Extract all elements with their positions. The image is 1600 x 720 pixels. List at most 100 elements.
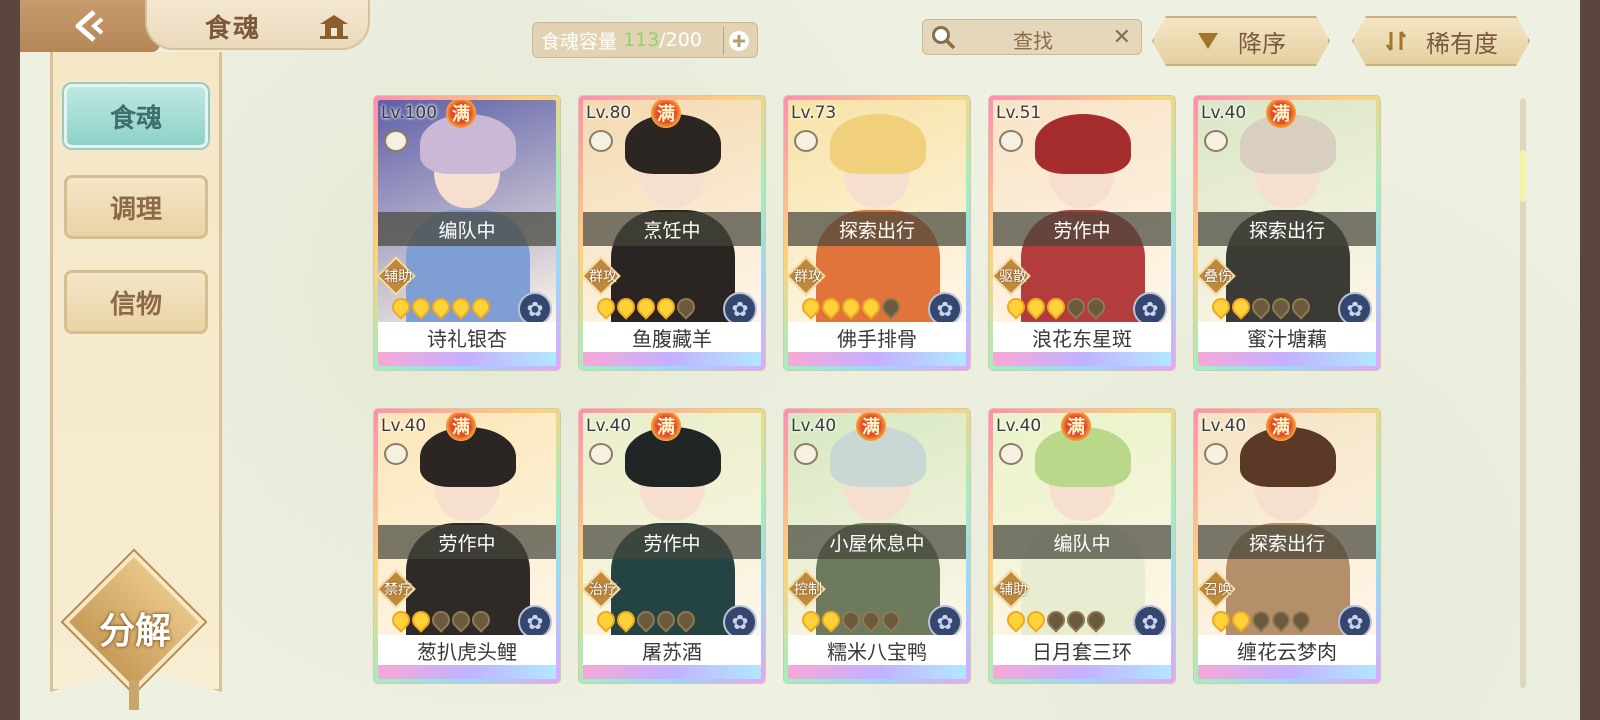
bowl-icon (999, 443, 1023, 465)
role-badge: 禁疗 (378, 569, 416, 609)
food-soul-card[interactable]: Lv.40 满小屋休息中 控制 ✿ 糯米八宝鸭 (784, 409, 970, 683)
flame-star-icon (1003, 607, 1029, 633)
search-icon (931, 25, 957, 55)
level-label: Lv.40 (1201, 103, 1247, 123)
role-label: 禁疗 (384, 582, 412, 598)
character-name: 缠花云梦肉 (1198, 635, 1376, 665)
card-rarity-strip (378, 352, 556, 366)
search-label: 查找 (1013, 29, 1053, 53)
role-label: 辅助 (999, 582, 1027, 598)
character-name: 浪花东星斑 (993, 322, 1171, 352)
card-inner: Lv.73 探索出行 群攻 ✿ 佛手排骨 (788, 100, 966, 366)
food-soul-card[interactable]: Lv.40 满劳作中 治疗 ✿ 屠苏酒 (579, 409, 765, 683)
food-soul-card[interactable]: Lv.73 探索出行 群攻 ✿ 佛手排骨 (784, 96, 970, 370)
food-soul-card[interactable]: Lv.40 满编队中 辅助 ✿ 日月套三环 (989, 409, 1175, 683)
flame-star-icon (1228, 607, 1254, 633)
flame-star-icon (388, 607, 414, 633)
flame-star-icon (653, 607, 679, 633)
flame-star-icon (408, 607, 434, 633)
flame-star-icon (1023, 607, 1049, 633)
role-badge: 控制 (788, 569, 826, 609)
level-label: Lv.73 (791, 103, 837, 123)
status-label: 劳作中 (583, 525, 761, 559)
bowl-icon (1204, 443, 1228, 465)
sidebar-item-tokens[interactable]: 信物 (64, 270, 208, 334)
element-icon: ✿ (723, 605, 757, 639)
max-level-badge: 满 (1266, 413, 1296, 441)
flame-star-icon (448, 294, 474, 320)
food-soul-card[interactable]: Lv.40 满探索出行 叠伤 ✿ 蜜汁塘藕 (1194, 96, 1380, 370)
flame-star-icon (1083, 294, 1109, 320)
card-inner: Lv.40 满小屋休息中 控制 ✿ 糯米八宝鸭 (788, 413, 966, 679)
flame-star-icon (1248, 294, 1274, 320)
rarity-stars (593, 294, 699, 320)
capacity-current: 113 (623, 29, 660, 51)
triangle-down-icon (1196, 31, 1220, 51)
flame-star-icon (1063, 294, 1089, 320)
flame-star-icon (673, 607, 699, 633)
flame-star-icon (1288, 294, 1314, 320)
card-rarity-strip (788, 352, 966, 366)
capacity-display: 食魂容量 113 /200 (532, 22, 758, 58)
food-soul-card[interactable]: Lv.40 满劳作中 禁疗 ✿ 葱扒虎头鲤 (374, 409, 560, 683)
character-name: 诗礼银杏 (378, 322, 556, 352)
sort-order-button[interactable]: 降序 (1152, 16, 1330, 66)
status-label: 小屋休息中 (788, 525, 966, 559)
flame-star-icon (818, 294, 844, 320)
food-soul-card[interactable]: Lv.40 满探索出行 召唤 ✿ 缠花云梦肉 (1194, 409, 1380, 683)
status-label: 编队中 (378, 212, 556, 246)
level-label: Lv.100 (381, 103, 438, 123)
card-rarity-strip (1198, 352, 1376, 366)
card-inner: Lv.40 满劳作中 治疗 ✿ 屠苏酒 (583, 413, 761, 679)
role-badge: 驱散 (993, 256, 1031, 296)
scrollbar-thumb[interactable] (1520, 150, 1526, 202)
level-label: Lv.40 (1201, 416, 1247, 436)
decompose-label[interactable]: 分解 (80, 602, 190, 654)
card-rarity-strip (993, 665, 1171, 679)
clear-search-icon[interactable]: ✕ (1113, 25, 1131, 50)
character-name: 蜜汁塘藕 (1198, 322, 1376, 352)
flame-star-icon (1268, 607, 1294, 633)
flame-star-icon (798, 607, 824, 633)
role-label: 群攻 (794, 269, 822, 285)
card-inner: Lv.40 满劳作中 禁疗 ✿ 葱扒虎头鲤 (378, 413, 556, 679)
rarity-stars (1003, 607, 1109, 633)
flame-star-icon (1208, 607, 1234, 633)
flame-star-icon (593, 607, 619, 633)
home-icon[interactable] (318, 12, 350, 44)
character-name: 佛手排骨 (788, 322, 966, 352)
sidebar-item-conditioning[interactable]: 调理 (64, 175, 208, 239)
level-label: Lv.80 (586, 103, 632, 123)
role-badge: 群攻 (583, 256, 621, 296)
card-inner: Lv.51 劳作中 驱散 ✿ 浪花东星斑 (993, 100, 1171, 366)
max-level-badge: 满 (446, 413, 476, 441)
flame-star-icon (428, 294, 454, 320)
food-soul-card[interactable]: Lv.80 满烹饪中 群攻 ✿ 鱼腹藏羊 (579, 96, 765, 370)
flame-star-icon (593, 294, 619, 320)
max-level-badge: 满 (1061, 413, 1091, 441)
back-button[interactable] (20, 0, 160, 52)
card-rarity-strip (788, 665, 966, 679)
page-title: 食魂 (205, 14, 262, 44)
flame-star-icon (633, 294, 659, 320)
flame-star-icon (1043, 294, 1069, 320)
add-capacity-button[interactable] (723, 27, 753, 55)
bowl-icon (384, 130, 408, 152)
sort-arrows-icon (1384, 29, 1408, 53)
role-label: 驱散 (999, 269, 1027, 285)
max-level-badge: 满 (651, 413, 681, 441)
role-badge: 辅助 (993, 569, 1031, 609)
sort-key-button[interactable]: 稀有度 (1352, 16, 1530, 66)
sidebar-item-food-souls[interactable]: 食魂 (64, 84, 208, 148)
search-box[interactable]: 查找 ✕ (922, 19, 1142, 55)
capacity-max: /200 (659, 29, 702, 51)
food-soul-card[interactable]: Lv.51 劳作中 驱散 ✿ 浪花东星斑 (989, 96, 1175, 370)
role-badge: 群攻 (788, 256, 826, 296)
level-label: Lv.40 (791, 416, 837, 436)
sort-key-label: 稀有度 (1426, 29, 1498, 58)
flame-star-icon (878, 294, 904, 320)
element-icon: ✿ (518, 292, 552, 326)
level-label: Lv.40 (996, 416, 1042, 436)
element-icon: ✿ (518, 605, 552, 639)
food-soul-card[interactable]: Lv.100 满编队中 辅助 ✿ 诗礼银杏 (374, 96, 560, 370)
